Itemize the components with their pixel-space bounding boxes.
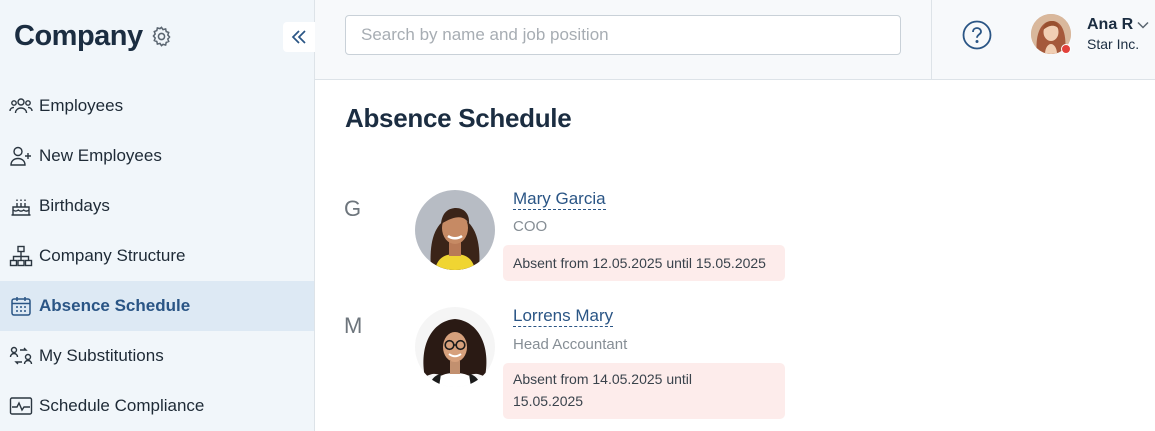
sidebar-item-label: Birthdays — [39, 196, 110, 215]
employee-position: Head Accountant — [513, 336, 628, 353]
sidebar-item-employees[interactable]: Employees — [0, 81, 314, 131]
pulse-icon — [8, 394, 33, 419]
header-divider — [931, 0, 932, 80]
sidebar-item-my-substitutions[interactable]: My Substitutions — [0, 331, 314, 381]
sidebar-item-label: My Substitutions — [39, 346, 164, 365]
absence-text: Absent from 14.05.2025 until — [513, 371, 693, 387]
sidebar-item-schedule-compliance[interactable]: Schedule Compliance — [0, 381, 314, 431]
user-name: Ana R — [1087, 16, 1134, 33]
employee-photo[interactable] — [415, 307, 495, 387]
absence-text: Absent from 12.05.2025 until 15.05.2025 — [513, 255, 766, 271]
absence-badge: Absent from 14.05.2025 until 15.05.2025 — [503, 363, 785, 419]
sidebar-title: Company — [14, 20, 143, 52]
gear-icon[interactable] — [150, 25, 173, 48]
user-menu[interactable]: Ana R Star Inc. — [1031, 14, 1149, 54]
sidebar: Company Employees New Employees Birthday… — [0, 0, 315, 431]
sidebar-item-label: Schedule Compliance — [39, 396, 205, 415]
chevron-down-icon — [1137, 21, 1149, 29]
cake-icon — [8, 194, 33, 219]
absence-badge: Absent from 12.05.2025 until 15.05.2025 — [503, 245, 785, 281]
sidebar-item-birthdays[interactable]: Birthdays — [0, 181, 314, 231]
employee-position: COO — [513, 218, 548, 235]
calendar-icon — [8, 294, 33, 319]
employee-photo[interactable] — [415, 190, 495, 270]
help-icon[interactable] — [962, 20, 992, 50]
online-status-dot — [1061, 44, 1071, 54]
group-letter: M — [344, 313, 363, 338]
sidebar-item-label: Absence Schedule — [39, 296, 191, 315]
page-title: Absence Schedule — [345, 103, 572, 133]
sidebar-item-label: Company Structure — [39, 246, 186, 265]
search-input[interactable] — [345, 15, 901, 55]
employee-name-link[interactable]: Mary Garcia — [513, 189, 606, 210]
sidebar-item-label: Employees — [39, 96, 124, 115]
group-letter: G — [344, 196, 362, 221]
employee-name-link[interactable]: Lorrens Mary — [513, 306, 614, 327]
top-header: Ana R Star Inc. — [315, 0, 1155, 80]
org-structure-icon — [8, 244, 33, 269]
brand: Company — [14, 20, 173, 53]
user-company: Star Inc. — [1087, 36, 1140, 52]
employees-icon — [8, 94, 33, 119]
sidebar-item-absence-schedule[interactable]: Absence Schedule — [0, 281, 314, 331]
add-person-icon — [8, 144, 33, 169]
collapse-sidebar-button[interactable] — [283, 22, 315, 52]
double-chevron-left-icon — [291, 30, 306, 44]
sidebar-item-label: New Employees — [39, 146, 162, 165]
sidebar-nav: Employees New Employees Birthdays Compan… — [0, 81, 314, 431]
absence-text-continued: 15.05.2025 — [513, 393, 584, 409]
sidebar-item-new-employees[interactable]: New Employees — [0, 131, 314, 181]
sidebar-item-company-structure[interactable]: Company Structure — [0, 231, 314, 281]
substitution-icon — [8, 344, 33, 369]
